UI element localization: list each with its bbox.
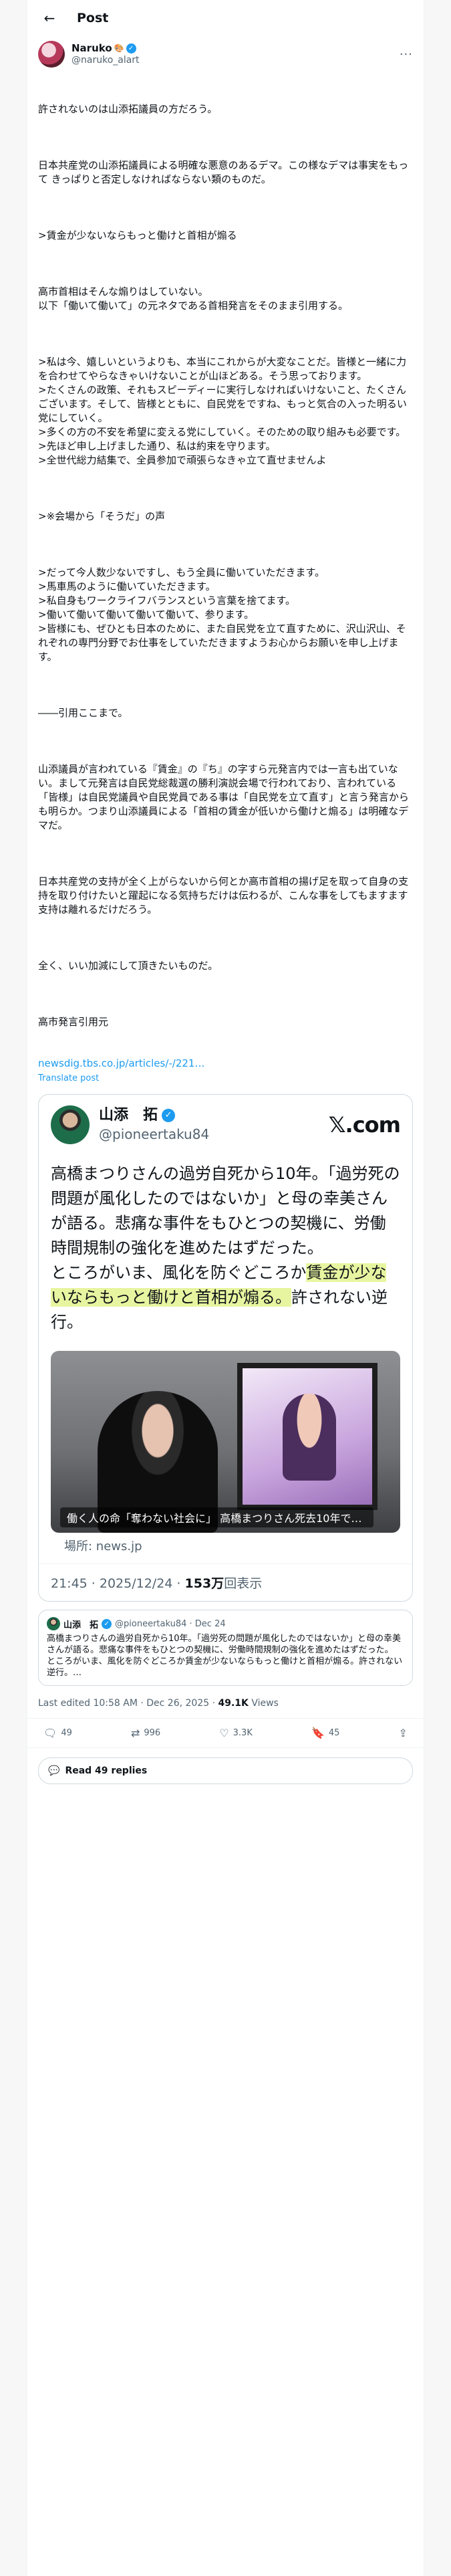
- post-author: Naruko 🎨 ✓ @naruko_alart ···: [27, 35, 424, 68]
- post-paragraph: >だって今人数少ないですし、もう全員に働いていただきます。 >馬車馬のように働い…: [38, 566, 406, 663]
- reply-icon: 🗨: [43, 1727, 57, 1739]
- bookmark-icon: 🔖: [311, 1727, 325, 1739]
- back-arrow-icon[interactable]: ←: [38, 7, 61, 29]
- page-title: Post: [77, 10, 109, 25]
- card-author-name: 山添 拓: [99, 1107, 158, 1123]
- post-paragraph: >※会場から「そうだ」の声: [38, 510, 166, 522]
- card-author-handle: @pioneertaku84: [99, 1126, 210, 1142]
- memorial-portrait: [237, 1363, 378, 1510]
- like-button[interactable]: ♡ 3.3K: [219, 1727, 253, 1739]
- photo-caption: 働く人の命「奪わない社会に」 高橋まつりさん死去10年で母 i…: [60, 1507, 373, 1527]
- read-replies-button[interactable]: 💬 Read 49 replies: [38, 1757, 413, 1784]
- palette-emoji: 🎨: [114, 43, 124, 53]
- verified-badge-icon: ✓: [126, 43, 136, 53]
- repost-icon: ⇄: [130, 1727, 140, 1739]
- post-paragraph: 許されないのは山添拓議員の方だろう。: [38, 103, 218, 115]
- post-paragraph: 日本共産党の山添拓議員による明確な悪意のあるデマ。この様なデマは事実をもって き…: [38, 159, 409, 185]
- quoted-post[interactable]: 山添 拓 ✓ @pioneertaku84 · Dec 24 高橋まつりさんの過…: [38, 1610, 413, 1686]
- verified-badge-icon: ✓: [102, 1618, 112, 1629]
- x-logo: 𝕏.com: [328, 1112, 401, 1138]
- post-paragraph: ――引用ここまで。: [38, 707, 128, 719]
- translate-post-link[interactable]: Translate post: [27, 1069, 424, 1083]
- source-link[interactable]: newsdig.tbs.co.jp/articles/-/221…: [27, 1057, 424, 1069]
- verified-badge-icon: ✓: [162, 1109, 176, 1122]
- post-paragraph: 山添議員が言われている『賃金』の『ち』の字すら元発言内では一言も出ていない。まし…: [38, 763, 409, 831]
- action-bar: 🗨 49 ⇄ 996 ♡ 3.3K 🔖 45 ⇪: [27, 1719, 424, 1748]
- reply-button[interactable]: 🗨 49: [43, 1727, 72, 1739]
- post-text: 許されないのは山添拓議員の方だろう。 日本共産党の山添拓議員による明確な悪意のあ…: [27, 68, 424, 1057]
- post-paragraph: >賃金が少ないならもっと働けと首相が煽る: [38, 229, 237, 241]
- author-handle[interactable]: @naruko_alart: [71, 54, 400, 66]
- author-name[interactable]: Naruko 🎨 ✓: [71, 42, 400, 54]
- post-paragraph: 全く、いい加減にして頂きたいものだ。: [38, 960, 218, 972]
- avatar[interactable]: [38, 41, 65, 68]
- quote-author-name: 山添 拓: [63, 1620, 99, 1630]
- quote-text: 高橋まつりさんの過労自死から10年。「過労死の問題が風化したのではないか」と母の…: [47, 1634, 403, 1678]
- quote-avatar: [47, 1617, 60, 1630]
- speech-bubble-icon: 💬: [48, 1765, 60, 1776]
- card-location: 場所: news.jp: [64, 1539, 142, 1553]
- embedded-screenshot-card[interactable]: 山添 拓 ✓ @pioneertaku84 𝕏.com 高橋まつりさんの過労自死…: [38, 1094, 413, 1602]
- post-paragraph: 高市発言引用元: [38, 1016, 109, 1028]
- bookmark-button[interactable]: 🔖 45: [311, 1727, 339, 1739]
- post-paragraph: 日本共産党の支持が全く上がらないから何とか高市首相の揚げ足を取って自身の支持を取…: [38, 875, 409, 916]
- post-paragraph: 高市首相はそんな煽りはしていない。 以下「働いて働いて」の元ネタである首相発言を…: [38, 286, 348, 312]
- repost-button[interactable]: ⇄ 996: [131, 1727, 160, 1739]
- card-timestamp: 21:45 · 2025/12/24 · 153万回表示: [39, 1564, 412, 1601]
- share-icon: ⇪: [398, 1727, 408, 1739]
- post-meta: Last edited 10:58 AM · Dec 26, 2025 · 49…: [27, 1686, 424, 1719]
- card-text: 高橋まつりさんの過労自死から10年。「過労死の問題が風化したのではないか」と母の…: [51, 1164, 400, 1331]
- news-photo: 働く人の命「奪わない社会に」 高橋まつりさん死去10年で母 i…: [51, 1351, 400, 1533]
- quote-meta: @pioneertaku84 · Dec 24: [115, 1618, 226, 1629]
- heart-icon: ♡: [219, 1727, 229, 1739]
- share-button[interactable]: ⇪: [399, 1727, 408, 1739]
- page-header: ← Post: [27, 0, 424, 35]
- post-page: ← Post Naruko 🎨 ✓ @naruko_alart ··· 許されな…: [27, 0, 424, 2576]
- more-options-icon[interactable]: ···: [400, 47, 413, 62]
- post-paragraph: >私は今、嬉しいというよりも、本当にこれからが大変なことだ。皆様と一緒に力を合わ…: [38, 356, 407, 466]
- card-avatar: [51, 1105, 90, 1144]
